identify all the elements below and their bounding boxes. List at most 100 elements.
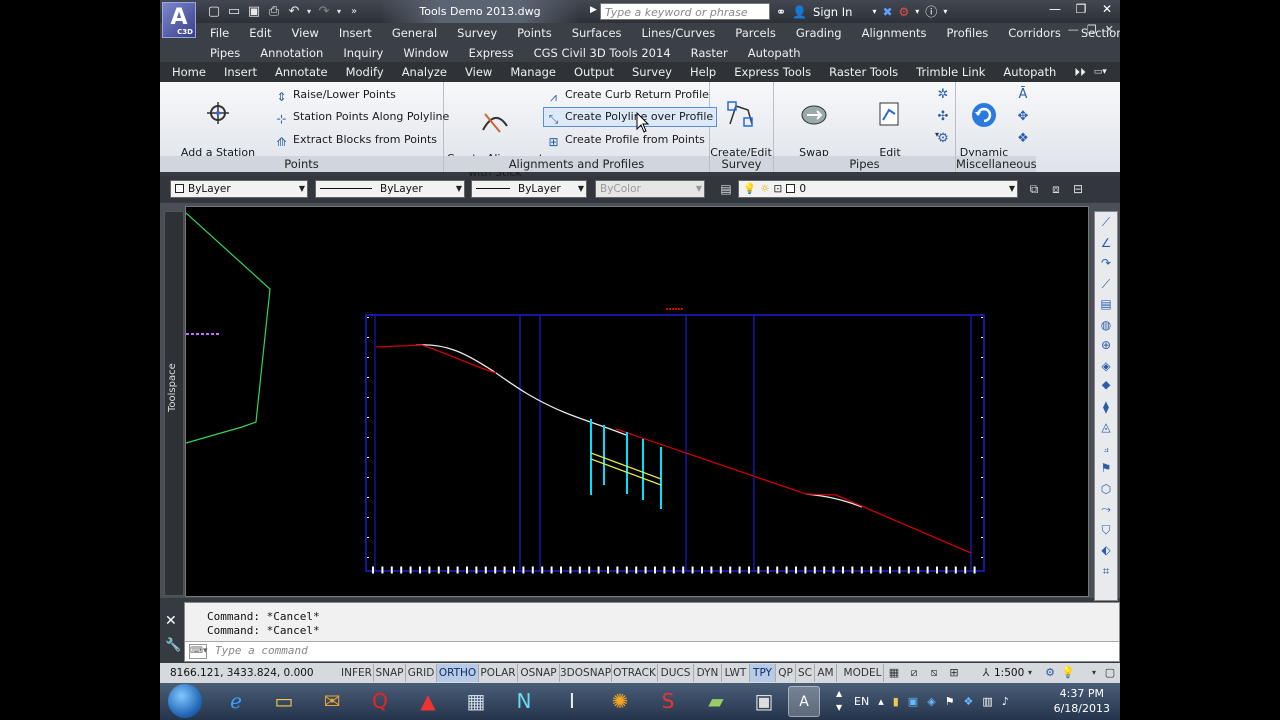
snap-toggle[interactable]: SNAP [374, 664, 406, 682]
earth-icon[interactable]: ⊕ [1095, 335, 1117, 356]
extract-blocks-button[interactable]: ⟰ Extract Blocks from Points [272, 130, 440, 150]
move-text-icon[interactable]: ✥ [1014, 108, 1032, 126]
map-icon[interactable]: ▰ [700, 686, 732, 717]
raise-lower-points-button[interactable]: ⇕ Raise/Lower Points [272, 85, 399, 105]
make-current-icon[interactable]: ⧉ [1026, 181, 1042, 197]
sign-in-link[interactable]: Sign In [813, 5, 852, 19]
ortho-toggle[interactable]: ORTHO [437, 664, 479, 682]
ribbon-tab[interactable]: Manage [510, 65, 556, 79]
start-button[interactable] [168, 684, 202, 718]
more-tabs-icon[interactable]: ⏵⏵ [1074, 65, 1086, 80]
camera-icon[interactable]: ▣ [748, 686, 780, 717]
measure-icon[interactable]: ⟋ [1095, 212, 1117, 233]
command-input[interactable]: ⌨▾ Type a command [185, 641, 1119, 661]
create-curb-return-profile-button[interactable]: ⩘ Create Curb Return Profile [544, 85, 712, 105]
infer-toggle[interactable]: INFER [340, 664, 374, 682]
dropdown-icon[interactable]: ▾ [304, 3, 314, 21]
am-toggle[interactable]: AM [815, 664, 837, 682]
quick-layout-icon[interactable]: ⧅ [926, 665, 942, 681]
menu-item[interactable]: Alignments [862, 26, 927, 40]
text-style-icon[interactable]: Ā [1014, 86, 1032, 104]
osnap-toggle[interactable]: OSNAP [518, 664, 560, 682]
slope-icon[interactable]: ⟋ [1095, 274, 1117, 295]
ribbon-tab[interactable]: Insert [224, 65, 257, 79]
menu-item[interactable]: Profiles [947, 26, 989, 40]
dropdown-icon[interactable]: ▾ [334, 3, 344, 21]
linetype-select[interactable]: ByLayer ▼ [315, 180, 465, 198]
otrack-toggle[interactable]: OTRACK [612, 664, 658, 682]
snagit-icon[interactable]: S [652, 686, 684, 717]
layer-select[interactable]: 💡 ☼ ⊡ 0 ▼ [738, 180, 1018, 198]
tpy-toggle[interactable]: TPY [750, 664, 776, 682]
layer-states-icon[interactable]: ⊟ [1070, 181, 1086, 197]
menu-item[interactable]: Autopath [748, 46, 801, 60]
3dosnap-toggle[interactable]: 3DOSNAP [560, 664, 612, 682]
grid-toggle[interactable]: GRID [406, 664, 437, 682]
infraworks-icon[interactable]: I [556, 686, 588, 717]
restore-icon[interactable]: ❐ [1087, 23, 1097, 36]
ribbon-tab[interactable]: Trimble Link [916, 65, 985, 79]
menu-item[interactable]: Window [403, 46, 448, 60]
gear-app-icon[interactable]: ✺ [604, 686, 636, 717]
restore-icon[interactable]: ❐ [1068, 0, 1094, 20]
open-folder-icon[interactable]: ▭ [224, 3, 244, 21]
exchange-icon[interactable]: ✖ [882, 5, 892, 19]
minimize-icon[interactable]: — [1042, 0, 1068, 20]
angle-icon[interactable]: ∠ [1095, 233, 1117, 254]
create-polyline-over-profile-button[interactable]: ⤡ Create Polyline over Profile [543, 107, 718, 127]
globe-icon[interactable]: ◍ [1095, 315, 1117, 336]
outlook-icon[interactable]: ✉ [316, 686, 348, 717]
internet-explorer-icon[interactable]: ℯ [220, 686, 252, 717]
close-icon[interactable]: ✕ [1105, 23, 1114, 36]
menu-item[interactable]: Insert [339, 26, 372, 40]
layer-properties-icon[interactable]: ▤ [718, 181, 734, 197]
section-icon[interactable]: ◬ [1095, 417, 1117, 438]
polar-toggle[interactable]: POLAR [479, 664, 518, 682]
menu-item[interactable]: Grading [796, 26, 842, 40]
search-input[interactable]: Type a keyword or phrase [600, 3, 770, 20]
point-icon[interactable]: ◈ [1095, 356, 1117, 377]
close-icon[interactable]: ✕ [1094, 0, 1120, 20]
language-indicator[interactable]: EN [854, 695, 869, 708]
pipe-icon[interactable]: ⬖ [1095, 540, 1117, 561]
sc-toggle[interactable]: SC [796, 664, 815, 682]
wrench-icon[interactable]: 🔧 [165, 638, 181, 653]
lwt-toggle[interactable]: LWT [722, 664, 750, 682]
flag-icon[interactable]: ⚑ [1095, 458, 1117, 479]
ribbon-tab[interactable]: Modify [346, 65, 384, 79]
more-icon[interactable]: » [344, 3, 364, 21]
parcel-icon[interactable]: ⬡ [1095, 479, 1117, 500]
menu-item[interactable]: Annotation [260, 46, 323, 60]
annotation-scale-icon[interactable]: ⅄ [978, 665, 994, 681]
menu-item[interactable]: File [210, 26, 229, 40]
help-icon[interactable]: ⓘ [925, 3, 937, 20]
pin-icon[interactable]: ⧫ [1095, 397, 1117, 418]
menu-item[interactable]: Raster [691, 46, 728, 60]
menu-item[interactable]: View [292, 26, 319, 40]
workspace-icon[interactable]: ⚙ [1042, 665, 1058, 681]
taskbar-clock[interactable]: 4:37 PM 6/18/2013 [1054, 686, 1110, 716]
ribbon-tab[interactable]: Help [690, 65, 716, 79]
toolspace-palette[interactable]: Toolspace [164, 211, 184, 596]
pipe-settings-icon[interactable]: ⚙ [934, 130, 952, 148]
add-station-offset-button[interactable]: Add a Station and Offset to Points [166, 86, 270, 188]
tray-network-icon[interactable]: ◈ [927, 695, 935, 708]
menu-item[interactable]: Inquiry [343, 46, 383, 60]
corridor-icon[interactable]: ⤳ [1095, 499, 1117, 520]
print-icon[interactable]: ⎙ [264, 3, 284, 21]
command-prompt-icon[interactable]: ⌨▾ [189, 644, 208, 659]
save-icon[interactable]: ▣ [244, 3, 264, 21]
create-profile-from-points-button[interactable]: ⊞ Create Profile from Points [544, 130, 708, 150]
model-space-canvas[interactable] [185, 206, 1089, 597]
menu-item[interactable]: Edit [249, 26, 271, 40]
binoculars-icon[interactable]: ⚭ [776, 5, 786, 19]
swap-multiple-parts-button[interactable]: Swap Multiple Parts [778, 86, 850, 188]
document-icon[interactable]: ▤ [1095, 294, 1117, 315]
menu-item[interactable]: Points [517, 26, 552, 40]
assembly-icon[interactable]: ⛉ [1095, 520, 1117, 541]
ribbon-tab[interactable]: Annotate [275, 65, 328, 79]
tray-monitor-icon[interactable]: ▣ [908, 695, 918, 708]
redo-icon[interactable]: ↷ [314, 3, 334, 21]
ribbon-tab[interactable]: Autopath [1003, 65, 1056, 79]
menu-item[interactable]: Express [469, 46, 514, 60]
